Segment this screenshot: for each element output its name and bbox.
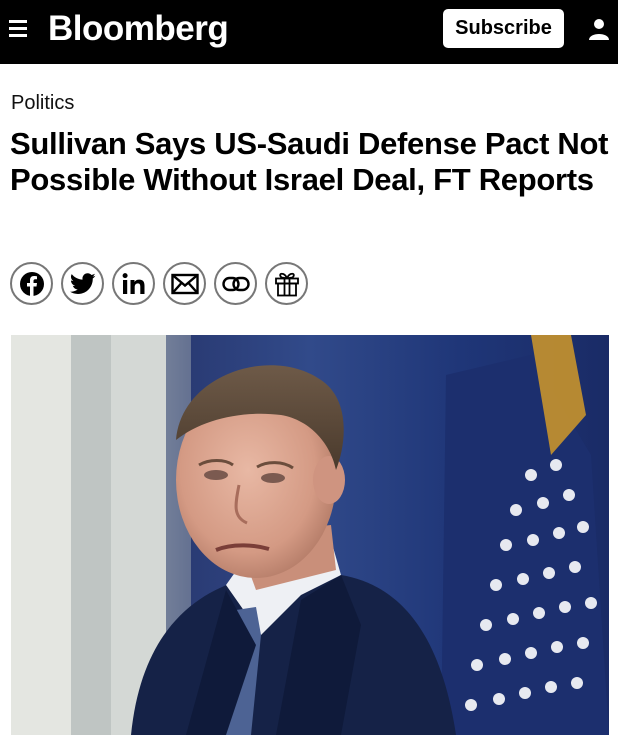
top-navigation-bar: Bloomberg Subscribe — [0, 0, 618, 64]
gift-icon — [274, 272, 299, 296]
email-icon — [170, 273, 199, 294]
linkedin-icon — [122, 272, 144, 294]
link-icon — [221, 276, 250, 291]
copy-link-button[interactable] — [214, 262, 257, 305]
gift-article-button[interactable] — [265, 262, 308, 305]
linkedin-share-button[interactable] — [112, 262, 155, 305]
facebook-icon — [19, 271, 44, 296]
bloomberg-logo[interactable]: Bloomberg — [48, 9, 229, 49]
subscribe-button[interactable]: Subscribe — [443, 9, 564, 48]
facebook-share-button[interactable] — [10, 262, 53, 305]
article-lead-photo — [11, 335, 609, 735]
email-share-button[interactable] — [163, 262, 206, 305]
twitter-icon — [69, 272, 96, 294]
hamburger-menu-icon[interactable] — [9, 20, 31, 42]
section-label[interactable]: Politics — [11, 92, 74, 115]
twitter-share-button[interactable] — [61, 262, 104, 305]
user-icon[interactable] — [586, 16, 612, 42]
article-headline: Sullivan Says US-Saudi Defense Pact Not … — [10, 126, 609, 197]
